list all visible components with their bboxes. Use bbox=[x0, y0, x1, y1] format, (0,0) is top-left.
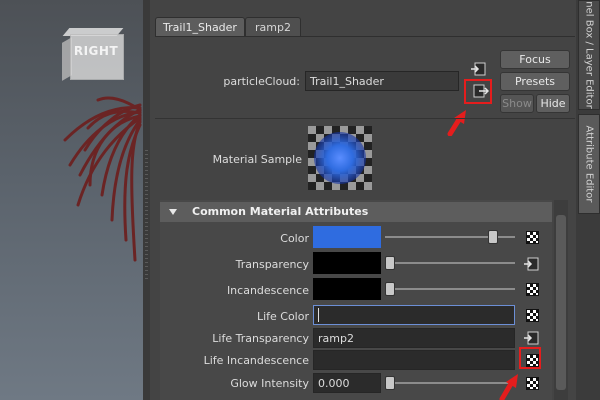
collapse-arrow-icon[interactable] bbox=[168, 207, 178, 217]
incandescence-swatch[interactable] bbox=[313, 278, 381, 300]
hide-button[interactable]: Hide bbox=[536, 94, 570, 113]
presets-button[interactable]: Presets bbox=[500, 72, 570, 91]
attr-label-life-incandescence: Life Incandescence bbox=[203, 354, 309, 367]
view-cube-label: RIGHT bbox=[73, 44, 119, 58]
transparency-slider-track[interactable] bbox=[385, 262, 515, 264]
tab-ramp2[interactable]: ramp2 bbox=[245, 17, 301, 37]
annotation-arrow-icon-2 bbox=[499, 374, 518, 400]
node-type-label: particleCloud: bbox=[223, 75, 300, 88]
particle-trails bbox=[63, 96, 142, 262]
color-swatch[interactable] bbox=[313, 226, 381, 248]
section-title: Common Material Attributes bbox=[192, 205, 369, 218]
transparency-slider-knob[interactable] bbox=[385, 256, 395, 270]
annotation-arrow-icon bbox=[447, 110, 466, 136]
transparency-swatch[interactable] bbox=[313, 252, 381, 274]
color-map-icon[interactable] bbox=[526, 231, 539, 244]
scrollbar-thumb[interactable] bbox=[556, 215, 566, 390]
glow-map-icon[interactable] bbox=[526, 377, 539, 390]
life-incandescence-field[interactable] bbox=[313, 350, 515, 370]
attr-label-incandescence: Incandescence bbox=[226, 284, 309, 297]
attr-label-glow-intensity: Glow Intensity bbox=[230, 377, 309, 390]
life-color-map-icon[interactable] bbox=[526, 309, 539, 322]
view-cube[interactable]: RIGHT bbox=[60, 22, 124, 81]
transparency-connection-icon[interactable] bbox=[523, 257, 539, 271]
life-color-field[interactable] bbox=[313, 305, 515, 325]
tab-channel-box[interactable]: nel Box / Layer Editor bbox=[578, 0, 600, 110]
node-name-field[interactable]: Trail1_Shader bbox=[305, 71, 459, 91]
tab-divider bbox=[155, 36, 575, 37]
channel-box-tab-label: nel Box / Layer Editor bbox=[583, 1, 595, 109]
highlight-box-output bbox=[464, 79, 492, 104]
material-sample-label: Material Sample bbox=[212, 153, 302, 166]
text-cursor bbox=[318, 308, 319, 322]
attribute-editor-tab-label: Attribute Editor bbox=[583, 125, 595, 203]
panel-splitter[interactable] bbox=[143, 0, 150, 400]
life-transparency-field[interactable]: ramp2 bbox=[313, 328, 515, 348]
header-divider bbox=[155, 118, 575, 119]
attr-label-color: Color bbox=[280, 232, 309, 245]
side-tab-strip: nel Box / Layer Editor Attribute Editor bbox=[576, 0, 600, 400]
life-transparency-connection-icon[interactable] bbox=[523, 331, 539, 345]
viewport[interactable]: RIGHT bbox=[0, 0, 143, 400]
attr-label-life-color: Life Color bbox=[256, 310, 309, 323]
tab-attribute-editor[interactable]: Attribute Editor bbox=[578, 114, 600, 214]
highlight-box-map bbox=[519, 347, 541, 369]
glow-intensity-field[interactable]: 0.000 bbox=[313, 373, 381, 393]
attr-label-life-transparency: Life Transparency bbox=[212, 332, 309, 345]
incandescence-slider-knob[interactable] bbox=[385, 282, 395, 296]
color-slider-knob[interactable] bbox=[488, 230, 498, 244]
material-sample-swatch bbox=[308, 126, 372, 190]
incandescence-map-icon[interactable] bbox=[526, 283, 539, 296]
glow-slider-track[interactable] bbox=[385, 382, 515, 384]
attr-label-transparency: Transparency bbox=[235, 258, 309, 271]
show-button[interactable]: Show bbox=[500, 94, 534, 113]
input-connection-icon[interactable] bbox=[470, 62, 486, 76]
tab-trail1-shader[interactable]: Trail1_Shader bbox=[155, 17, 245, 37]
glow-slider-knob[interactable] bbox=[385, 376, 395, 390]
focus-button[interactable]: Focus bbox=[500, 50, 570, 69]
incandescence-slider-track[interactable] bbox=[385, 288, 515, 290]
